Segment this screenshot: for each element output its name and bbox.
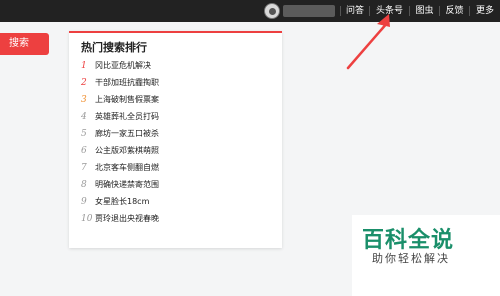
watermark-slogan: 助你轻松解决 — [372, 252, 450, 265]
